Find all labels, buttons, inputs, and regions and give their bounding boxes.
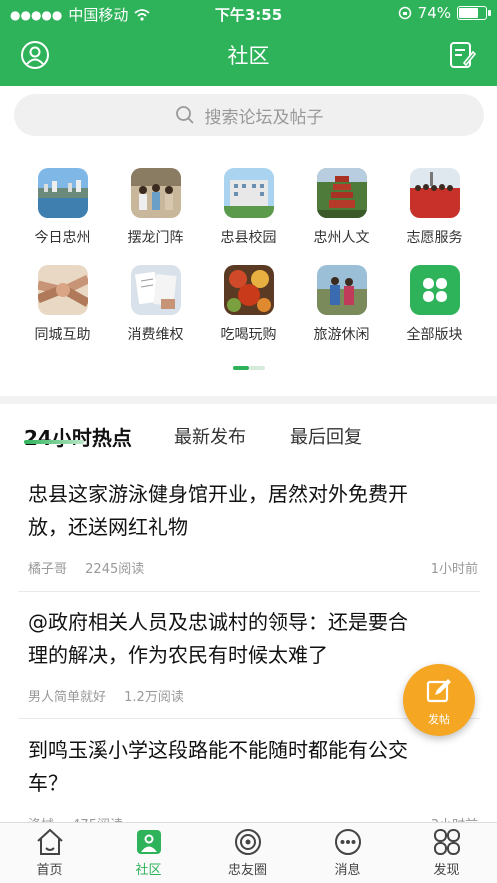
- tab-last-reply[interactable]: 最后回复: [290, 423, 362, 449]
- search-placeholder: 搜索论坛及帖子: [204, 107, 324, 128]
- post-meta: 橘子哥 2245阅读 1小时前: [28, 558, 478, 577]
- nav-discover[interactable]: 发现: [397, 827, 496, 878]
- post-author: 男人简单就好: [28, 690, 107, 705]
- volunteers-photo: [409, 168, 460, 218]
- post-separator: [18, 591, 480, 592]
- lake-city-photo: [37, 168, 88, 218]
- school-building-photo: [223, 168, 274, 218]
- battery-percent: 74%: [417, 4, 451, 22]
- forum-label: 吃喝玩购: [220, 327, 277, 343]
- home-icon: [36, 828, 63, 855]
- forum-item-jinri[interactable]: 今日忠州: [13, 168, 112, 247]
- post-title-line: 车？: [28, 771, 68, 795]
- hands-photo: [37, 265, 88, 315]
- forum-label: 志愿服务: [406, 230, 463, 246]
- food-photo: [223, 265, 274, 315]
- post-title-line: @政府相关人员及忠诚村的领导：还是要合: [28, 610, 408, 634]
- nav-label: 消息: [334, 863, 361, 878]
- post-reads: 1.2万阅读: [124, 690, 184, 705]
- page-dot-active: [233, 366, 249, 370]
- tab-active-indicator: [24, 440, 84, 444]
- status-bar: ●●●●● 中国移动 下午3:55 74%: [0, 0, 497, 28]
- forum-label: 摆龙门阵: [127, 230, 184, 246]
- forum-label: 消费维权: [127, 327, 184, 343]
- travel-photo: [316, 265, 367, 315]
- tab-hot[interactable]: 24小时热点: [24, 422, 132, 451]
- post-item[interactable]: 到鸣玉溪小学这段路能不能随时都能有公交 车？ 涤械 475阅读 3小时前: [28, 734, 478, 833]
- forum-label: 全部版块: [406, 327, 463, 343]
- nav-label: 忠友圈: [227, 863, 267, 878]
- pagoda-photo: [316, 168, 367, 218]
- post-title: @政府相关人员及忠诚村的领导：还是要合 理的解决，作为农民有时候太难了: [28, 606, 478, 672]
- post-title-line: 到鸣玉溪小学这段路能不能随时都能有公交: [28, 738, 408, 762]
- forum-item-zhiyuan[interactable]: 志愿服务: [385, 168, 484, 247]
- page-title: 社区: [227, 44, 270, 68]
- page-dot: [249, 366, 265, 370]
- forum-item-huzhu[interactable]: 同城互助: [13, 265, 112, 344]
- forum-item-weiquan[interactable]: 消费维权: [106, 265, 205, 344]
- new-post-button[interactable]: 发帖: [403, 664, 475, 736]
- search-icon: [175, 106, 194, 124]
- new-post-label: 发帖: [428, 713, 450, 726]
- post-title: 忠县这家游泳健身馆开业，居然对外免费开 放，还送网红礼物: [28, 478, 478, 544]
- documents-photo: [130, 265, 181, 315]
- nav-home[interactable]: 首页: [0, 827, 99, 878]
- bottom-nav: 首页 社区 忠友圈 消息 发现: [0, 822, 497, 883]
- nav-label: 社区: [135, 863, 162, 878]
- post-title-line: 理的解决，作为农民有时候太难了: [28, 643, 328, 667]
- group-photo: [130, 168, 181, 218]
- community-icon: [136, 830, 161, 854]
- page-indicator: [233, 366, 265, 370]
- post-title: 到鸣玉溪小学这段路能不能随时都能有公交 车？: [28, 734, 478, 800]
- nav-label: 发现: [433, 863, 460, 878]
- compose-icon: [426, 679, 451, 703]
- forum-item-lvyou[interactable]: 旅游休闲: [292, 265, 391, 344]
- nav-community[interactable]: 社区: [99, 827, 198, 878]
- forum-label: 旅游休闲: [313, 327, 370, 343]
- section-divider: [0, 396, 497, 404]
- forum-item-xiaoyuan[interactable]: 忠县校园: [199, 168, 298, 247]
- nav-label: 首页: [36, 863, 63, 878]
- forum-label: 忠县校园: [220, 230, 277, 246]
- search-input[interactable]: 搜索论坛及帖子: [14, 94, 484, 136]
- post-reads: 2245阅读: [85, 562, 145, 577]
- clover-icon: [409, 265, 460, 315]
- battery-icon: [457, 6, 491, 20]
- forum-item-renwen[interactable]: 忠州人文: [292, 168, 391, 247]
- tab-latest[interactable]: 最新发布: [174, 423, 246, 449]
- post-title-line: 忠县这家游泳健身馆开业，居然对外免费开: [28, 482, 408, 506]
- forum-label: 忠州人文: [313, 230, 370, 246]
- edit-note-icon[interactable]: [447, 40, 477, 70]
- message-icon: [334, 829, 361, 855]
- app-header: ●●●●● 中国移动 下午3:55 74% 社区: [0, 0, 497, 86]
- post-item[interactable]: 忠县这家游泳健身馆开业，居然对外免费开 放，还送网红礼物 橘子哥 2245阅读 …: [28, 478, 478, 577]
- forum-label: 今日忠州: [34, 230, 91, 246]
- forum-item-all[interactable]: 全部版块: [385, 265, 484, 344]
- post-title-line: 放，还送网红礼物: [28, 515, 188, 539]
- post-author: 橘子哥: [28, 562, 68, 577]
- post-time: 1小时前: [430, 562, 478, 577]
- forum-label: 同城互助: [34, 327, 91, 343]
- circle-icon: [234, 829, 261, 855]
- discover-icon: [433, 829, 460, 855]
- rotation-lock-icon: [398, 6, 411, 20]
- nav-circle[interactable]: 忠友圈: [198, 827, 297, 878]
- forum-item-chihe[interactable]: 吃喝玩购: [199, 265, 298, 344]
- feed-tabs: 24小时热点 最新发布 最后回复: [0, 418, 497, 458]
- forum-item-bailongmenzhen[interactable]: 摆龙门阵: [106, 168, 205, 247]
- nav-messages[interactable]: 消息: [298, 827, 397, 878]
